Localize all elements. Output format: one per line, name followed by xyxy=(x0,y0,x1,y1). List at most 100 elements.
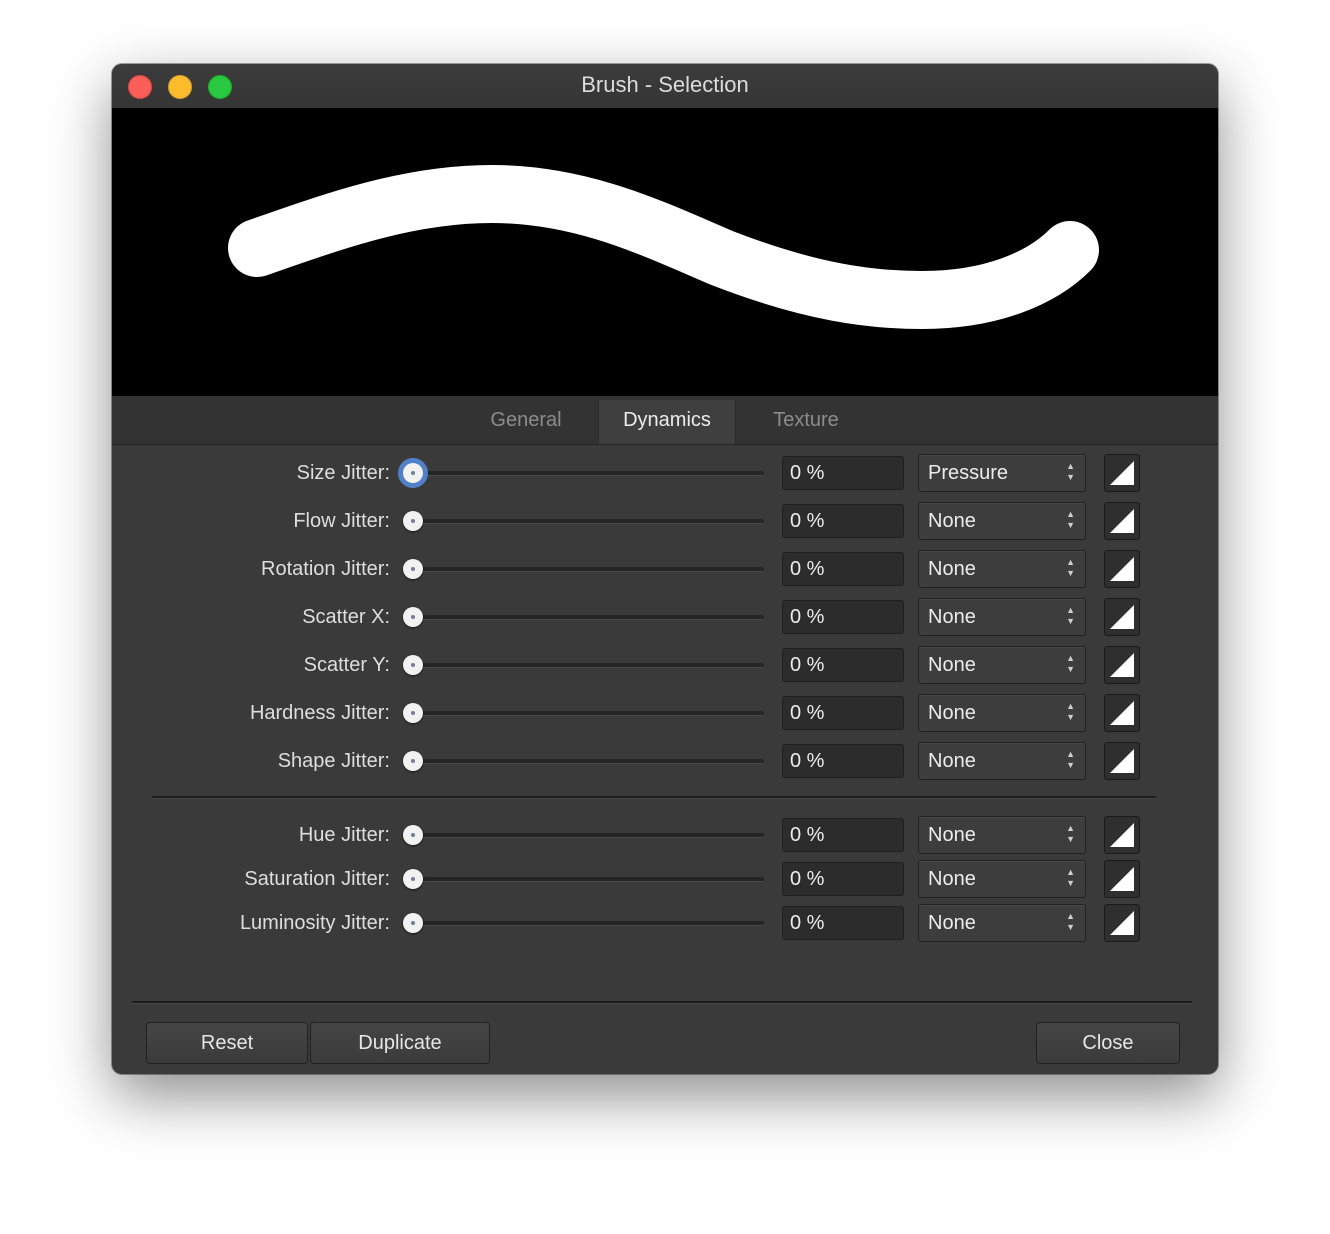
slider-thumb[interactable] xyxy=(403,913,423,933)
tab-general[interactable]: General xyxy=(456,400,596,444)
curve-editor-button[interactable] xyxy=(1104,646,1140,684)
updown-chevron-icon: ▲ ▼ xyxy=(1066,823,1075,844)
slider-thumb[interactable] xyxy=(403,869,423,889)
updown-chevron-icon: ▲ ▼ xyxy=(1066,653,1075,674)
controller-select[interactable]: None ▲ ▼ xyxy=(918,502,1086,540)
slider-track[interactable] xyxy=(412,471,764,476)
value-field[interactable]: 0 % xyxy=(782,600,904,634)
slider-track[interactable] xyxy=(412,615,764,620)
pressure-curve-icon xyxy=(1110,653,1134,677)
slider-track[interactable] xyxy=(412,833,764,838)
updown-chevron-icon: ▲ ▼ xyxy=(1066,509,1075,530)
slider-thumb[interactable] xyxy=(403,511,423,531)
controller-select[interactable]: None ▲ ▼ xyxy=(918,816,1086,854)
tab-dynamics[interactable]: Dynamics xyxy=(598,400,736,444)
curve-editor-button[interactable] xyxy=(1104,816,1140,854)
row-label: Flow Jitter: xyxy=(293,510,390,532)
controller-select[interactable]: None ▲ ▼ xyxy=(918,646,1086,684)
slider-thumb[interactable] xyxy=(403,703,423,723)
section-divider xyxy=(152,796,1156,799)
pressure-curve-icon xyxy=(1110,749,1134,773)
row-label: Shape Jitter: xyxy=(277,750,390,772)
controller-select-value: Pressure xyxy=(928,462,1009,484)
row-label: Scatter Y: xyxy=(303,654,390,676)
value-field[interactable]: 0 % xyxy=(782,862,904,896)
updown-chevron-icon: ▲ ▼ xyxy=(1066,605,1075,626)
slider-track[interactable] xyxy=(412,663,764,668)
updown-chevron-icon: ▲ ▼ xyxy=(1066,557,1075,578)
row-label: Hue Jitter: xyxy=(298,824,390,846)
brush-stroke-preview xyxy=(228,165,1099,329)
value-field[interactable]: 0 % xyxy=(782,648,904,682)
curve-editor-button[interactable] xyxy=(1104,694,1140,732)
value-field[interactable]: 0 % xyxy=(782,456,904,490)
controller-select-value: None xyxy=(928,702,976,724)
window-title: Brush - Selection xyxy=(581,72,749,97)
row-label: Size Jitter: xyxy=(296,462,390,484)
controller-select[interactable]: None ▲ ▼ xyxy=(918,904,1086,942)
row-flow-jitter: Flow Jitter: 0 % None ▲ ▼ xyxy=(112,501,1218,541)
row-scatter-x: Scatter X: 0 % None ▲ ▼ xyxy=(112,597,1218,637)
slider-track[interactable] xyxy=(412,711,764,716)
curve-editor-button[interactable] xyxy=(1104,550,1140,588)
reset-button[interactable]: Reset xyxy=(146,1022,308,1064)
slider-thumb[interactable] xyxy=(403,607,423,627)
controller-select-value: None xyxy=(928,606,976,628)
close-button[interactable]: Close xyxy=(1036,1022,1180,1064)
row-luminosity-jitter: Luminosity Jitter: 0 % None ▲ ▼ xyxy=(112,903,1218,943)
pressure-curve-icon xyxy=(1110,867,1134,891)
curve-editor-button[interactable] xyxy=(1104,904,1140,942)
curve-editor-button[interactable] xyxy=(1104,742,1140,780)
tab-texture[interactable]: Texture xyxy=(736,400,876,444)
slider-thumb[interactable] xyxy=(403,463,423,483)
controller-select-value: None xyxy=(928,750,976,772)
pressure-curve-icon xyxy=(1110,557,1134,581)
slider-track[interactable] xyxy=(412,567,764,572)
controller-select-value: None xyxy=(928,654,976,676)
controller-select[interactable]: None ▲ ▼ xyxy=(918,742,1086,780)
tab-bar: General Dynamics Texture xyxy=(112,396,1218,445)
updown-chevron-icon: ▲ ▼ xyxy=(1066,701,1075,722)
controller-select[interactable]: Pressure ▲ ▼ xyxy=(918,454,1086,492)
curve-editor-button[interactable] xyxy=(1104,860,1140,898)
row-label: Hardness Jitter: xyxy=(249,702,390,724)
slider-track[interactable] xyxy=(412,759,764,764)
value-field[interactable]: 0 % xyxy=(782,906,904,940)
controller-select-value: None xyxy=(928,510,976,532)
slider-thumb[interactable] xyxy=(403,559,423,579)
slider-track[interactable] xyxy=(412,921,764,926)
value-field[interactable]: 0 % xyxy=(782,552,904,586)
value-field[interactable]: 0 % xyxy=(782,504,904,538)
controller-select[interactable]: None ▲ ▼ xyxy=(918,550,1086,588)
slider-track[interactable] xyxy=(412,519,764,524)
row-hardness-jitter: Hardness Jitter: 0 % None ▲ ▼ xyxy=(112,693,1218,733)
pressure-curve-icon xyxy=(1110,823,1134,847)
value-field[interactable]: 0 % xyxy=(782,744,904,778)
value-field[interactable]: 0 % xyxy=(782,818,904,852)
slider-thumb[interactable] xyxy=(403,825,423,845)
brush-preview xyxy=(112,108,1218,396)
updown-chevron-icon: ▲ ▼ xyxy=(1066,867,1075,888)
controller-select[interactable]: None ▲ ▼ xyxy=(918,694,1086,732)
curve-editor-button[interactable] xyxy=(1104,502,1140,540)
curve-editor-button[interactable] xyxy=(1104,454,1140,492)
title-bar[interactable]: Brush - Selection xyxy=(112,64,1218,108)
duplicate-button[interactable]: Duplicate xyxy=(310,1022,490,1064)
row-rotation-jitter: Rotation Jitter: 0 % None ▲ ▼ xyxy=(112,549,1218,589)
slider-track[interactable] xyxy=(412,877,764,882)
updown-chevron-icon: ▲ ▼ xyxy=(1066,749,1075,770)
controller-select-value: None xyxy=(928,868,976,890)
controller-select[interactable]: None ▲ ▼ xyxy=(918,598,1086,636)
controller-select-value: None xyxy=(928,912,976,934)
slider-thumb[interactable] xyxy=(403,751,423,771)
curve-editor-button[interactable] xyxy=(1104,598,1140,636)
pressure-curve-icon xyxy=(1110,605,1134,629)
slider-thumb[interactable] xyxy=(403,655,423,675)
row-saturation-jitter: Saturation Jitter: 0 % None ▲ ▼ xyxy=(112,859,1218,899)
footer-divider xyxy=(132,1001,1192,1004)
row-label: Rotation Jitter: xyxy=(261,558,390,580)
row-label: Saturation Jitter: xyxy=(244,868,390,890)
value-field[interactable]: 0 % xyxy=(782,696,904,730)
pressure-curve-icon xyxy=(1110,701,1134,725)
controller-select[interactable]: None ▲ ▼ xyxy=(918,860,1086,898)
